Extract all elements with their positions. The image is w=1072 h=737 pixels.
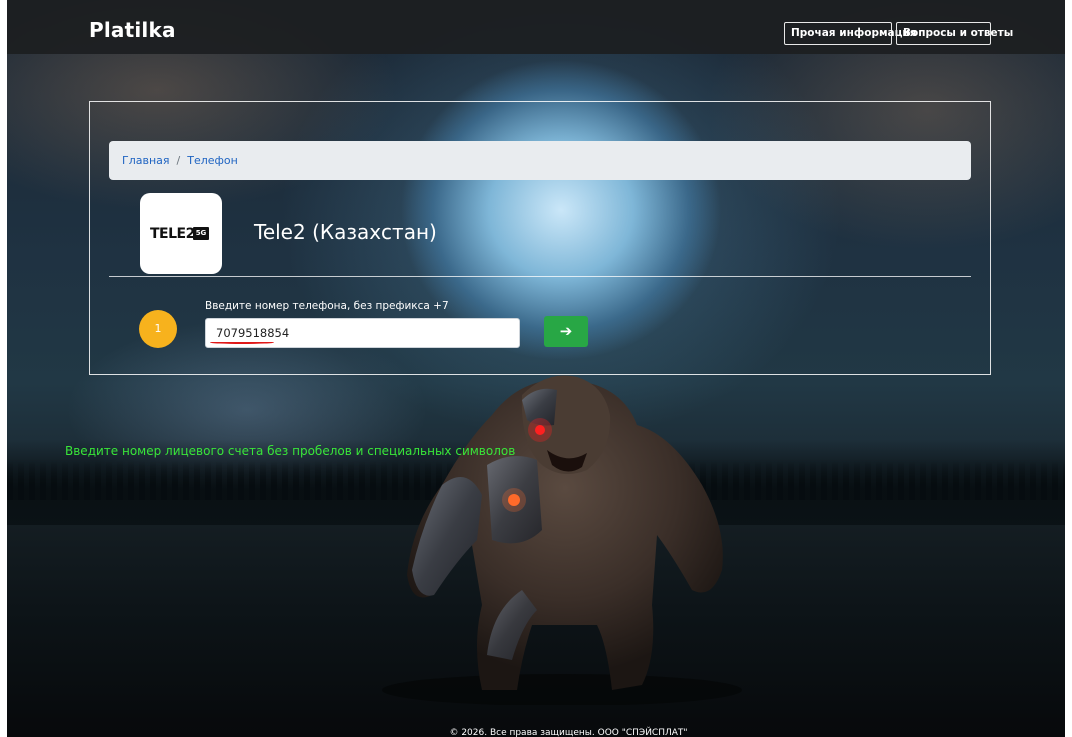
step-number-badge: 1 (139, 310, 177, 348)
nav-button-other-info[interactable]: Прочая информация (784, 22, 917, 45)
breadcrumb-home-link[interactable]: Главная (122, 154, 170, 167)
red-underline-annotation (210, 341, 274, 344)
operator-logo: TELE2 5G (140, 193, 222, 274)
footer-copyright: © 2026. Все права защищены. ООО "СПЭЙСПЛ… (449, 728, 688, 737)
breadcrumb: Главная / Телефон (109, 141, 971, 180)
submit-button[interactable]: ➔ (544, 316, 588, 347)
section-divider (109, 276, 971, 277)
account-hint-text: Введите номер лицевого счета без пробело… (65, 444, 516, 458)
breadcrumb-current-link[interactable]: Телефон (187, 154, 238, 167)
phone-field-label: Введите номер телефона, без префикса +7 (205, 300, 449, 312)
arrow-right-icon: ➔ (559, 322, 573, 340)
brand-logo[interactable]: Platilka (89, 18, 176, 42)
bear-illustration (382, 375, 742, 705)
nav-button-faq[interactable]: Вопросы и ответы (896, 22, 1013, 45)
operator-title: Tele2 (Казахстан) (254, 220, 437, 244)
operator-logo-text: TELE2 (150, 226, 195, 242)
operator-logo-5g-badge: 5G (193, 227, 209, 240)
breadcrumb-separator: / (176, 154, 181, 167)
